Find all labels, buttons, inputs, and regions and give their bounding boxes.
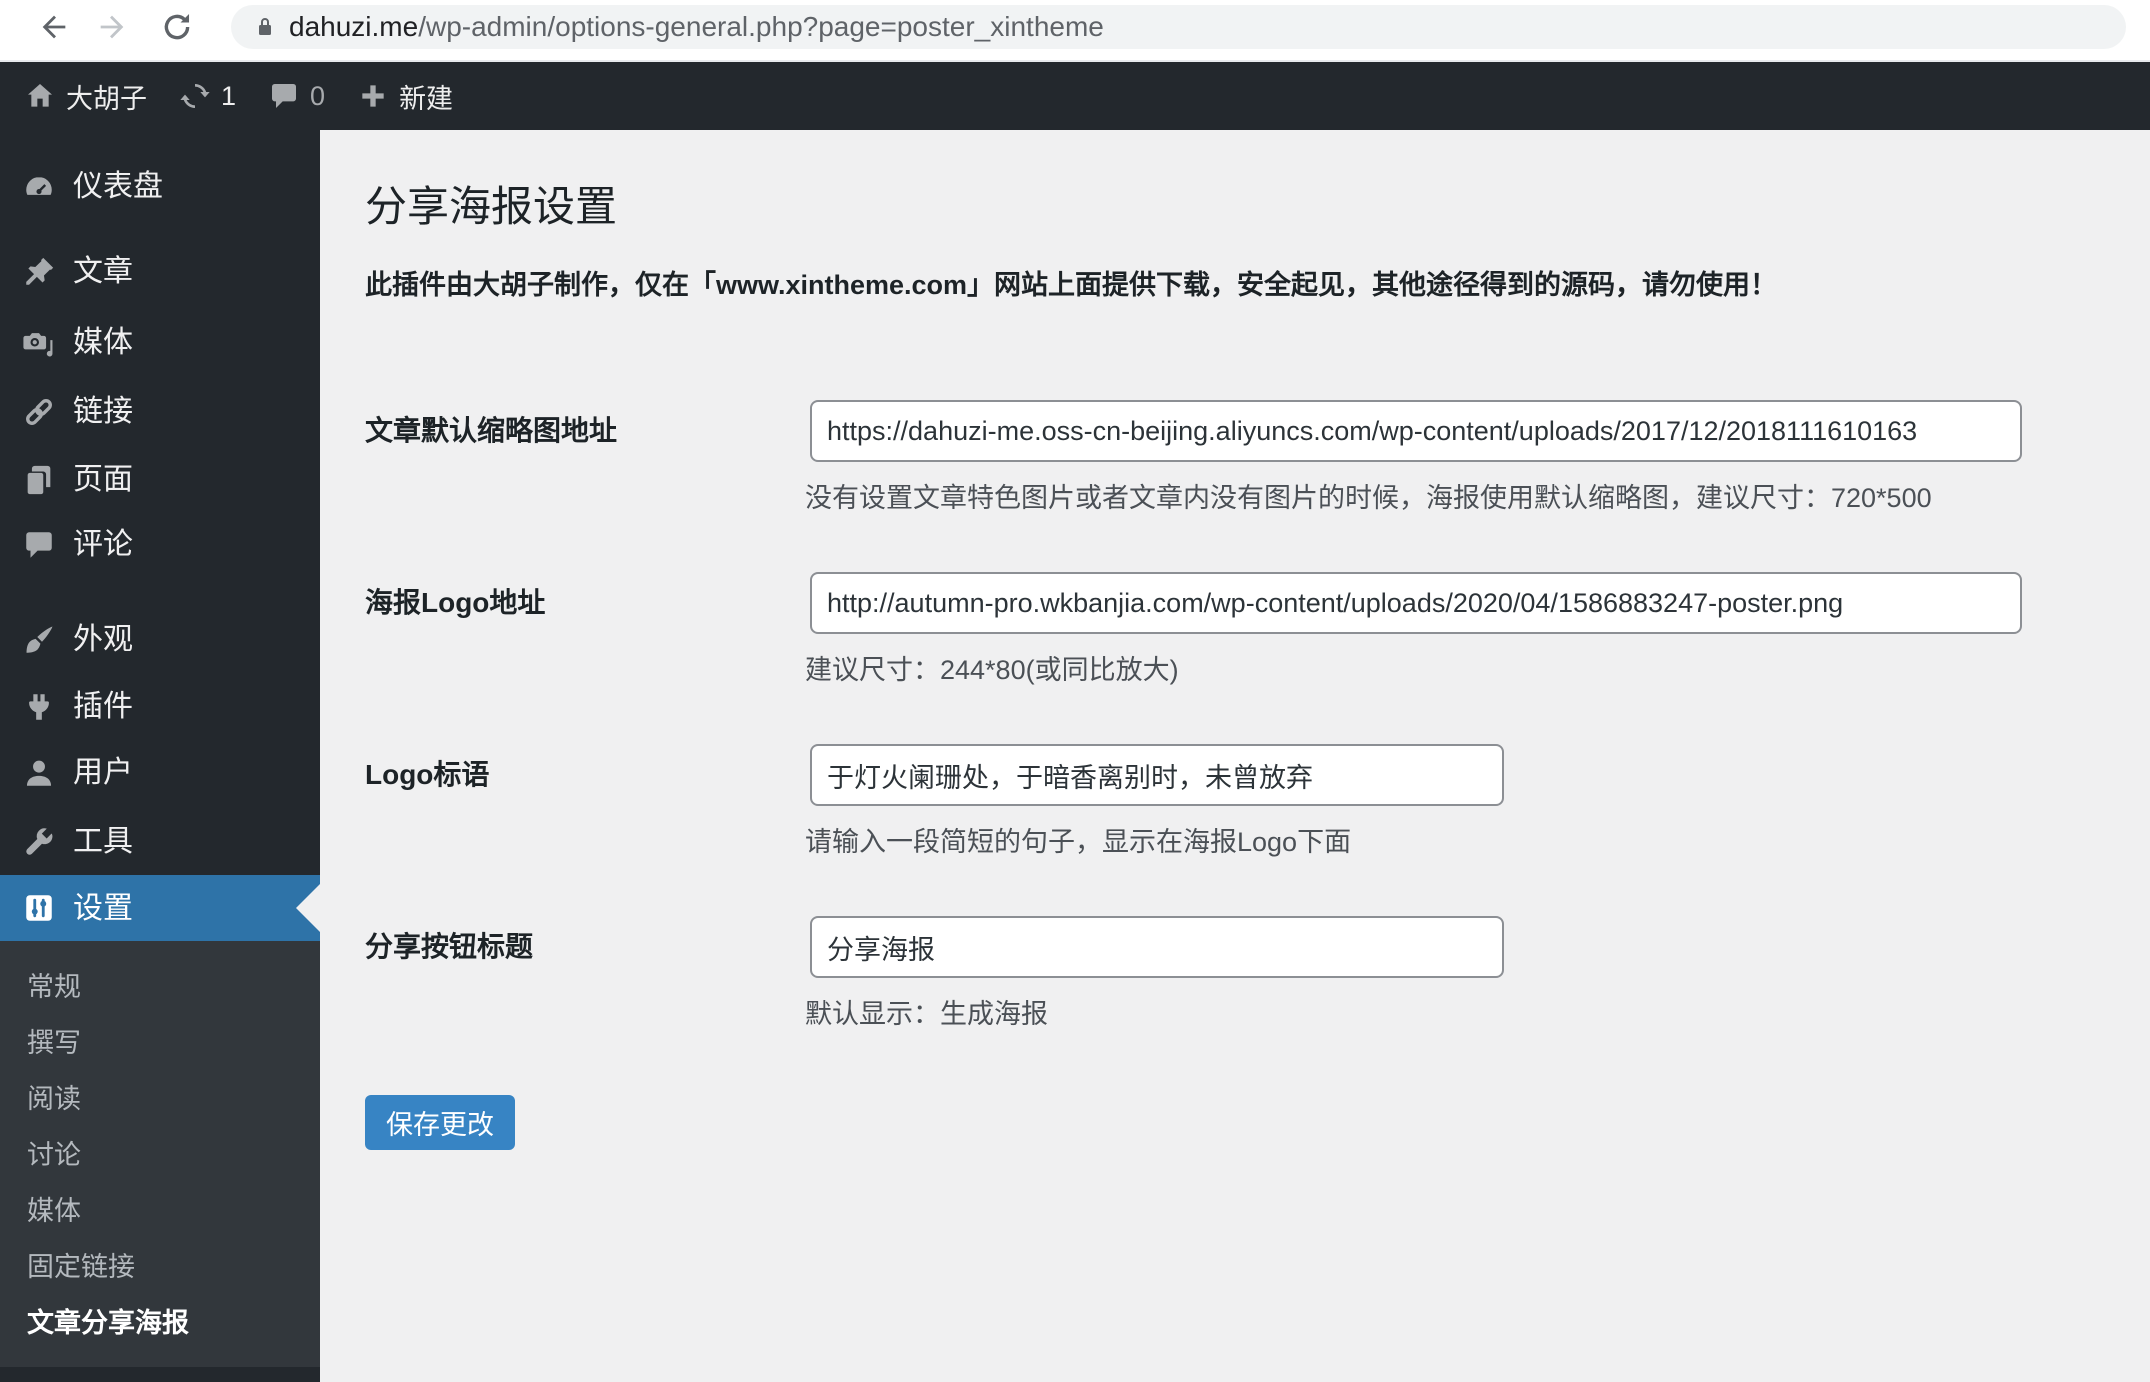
thumbnail-url-label: 文章默认缩略图地址: [365, 415, 618, 446]
form-row-logo-url: 海报Logo地址 建议尺寸：244*80(或同比放大): [365, 572, 2145, 742]
admin-bar-comments[interactable]: 0: [252, 62, 341, 130]
update-count: 1: [221, 80, 237, 111]
form-row-share-button-title: 分享按钮标题 默认显示：生成海报: [365, 916, 2145, 1086]
comments-icon: [22, 528, 56, 562]
settings-icon: [22, 891, 56, 925]
sidebar-item-label: 用户: [73, 756, 133, 789]
sidebar-item-label: 工具: [73, 825, 133, 858]
site-name: 大胡子: [66, 83, 147, 114]
sidebar-item-label: 外观: [73, 623, 133, 656]
thumbnail-url-input[interactable]: [810, 400, 2022, 462]
sidebar-item-label: 仪表盘: [73, 170, 163, 203]
dashboard-icon: [22, 170, 56, 204]
comment-bubble-icon: [272, 84, 297, 108]
posts-icon: [22, 255, 56, 289]
users-icon: [22, 756, 56, 790]
logo-slogan-label: Logo标语: [365, 759, 490, 790]
screen: dahuzi.me/wp-admin/options-general.php?p…: [0, 0, 2150, 1382]
admin-bar-new-content[interactable]: 新建: [341, 62, 469, 130]
save-changes-button[interactable]: 保存更改: [365, 1095, 515, 1150]
lock-icon: [259, 18, 271, 35]
logo-url-help: 建议尺寸：244*80(或同比放大): [805, 655, 1179, 685]
sidebar-item-label: 设置: [73, 892, 133, 925]
url-path: /wp-admin/options-general.php?page=poste…: [418, 11, 1104, 42]
sidebar-item-pages[interactable]: 页面: [0, 446, 320, 514]
url-text: dahuzi.me/wp-admin/options-general.php?p…: [289, 11, 1104, 43]
admin-sidebar: 仪表盘 文章 媒体 链接 页面 评论 外观 插件 用户 工具 设置 常规 撰写 …: [0, 130, 320, 1382]
submenu-item-media[interactable]: 媒体: [0, 1183, 320, 1239]
browser-back-button[interactable]: [34, 7, 74, 47]
logo-url-input[interactable]: [810, 572, 2022, 634]
share-button-title-input[interactable]: [810, 916, 1504, 978]
submenu-item-reading[interactable]: 阅读: [0, 1071, 320, 1127]
sidebar-item-links[interactable]: 链接: [0, 378, 320, 446]
form-row-thumbnail-url: 文章默认缩略图地址 没有设置文章特色图片或者文章内没有图片的时候，海报使用默认缩…: [365, 400, 2145, 570]
plugin-notice: 此插件由大胡子制作，仅在「www.xintheme.com」网站上面提供下载，安…: [365, 270, 1778, 300]
plus-icon: [362, 85, 384, 107]
plugins-icon: [22, 690, 56, 724]
sidebar-item-label: 媒体: [73, 326, 133, 359]
forward-arrow-icon: [100, 15, 124, 39]
share-button-title-label: 分享按钮标题: [365, 931, 534, 962]
reload-icon: [164, 13, 190, 40]
browser-reload-button[interactable]: [157, 7, 197, 47]
sidebar-item-appearance[interactable]: 外观: [0, 606, 320, 674]
new-label: 新建: [399, 83, 454, 114]
sidebar-item-media[interactable]: 媒体: [0, 309, 320, 377]
address-bar[interactable]: dahuzi.me/wp-admin/options-general.php?p…: [231, 5, 2126, 49]
submenu-item-writing[interactable]: 撰写: [0, 1015, 320, 1071]
sidebar-item-tools[interactable]: 工具: [0, 808, 320, 876]
logo-url-label: 海报Logo地址: [365, 587, 546, 618]
settings-page: 分享海报设置 此插件由大胡子制作，仅在「www.xintheme.com」网站上…: [320, 130, 2150, 1382]
submenu-item-discussion[interactable]: 讨论: [0, 1127, 320, 1183]
sidebar-item-label: 评论: [73, 528, 133, 561]
url-host: dahuzi.me: [289, 11, 419, 42]
submenu-item-permalinks[interactable]: 固定链接: [0, 1239, 320, 1295]
page-title: 分享海报设置: [365, 183, 618, 230]
appearance-icon: [22, 623, 56, 657]
back-arrow-icon: [42, 15, 66, 39]
sidebar-item-label: 文章: [73, 255, 133, 288]
update-icon: [180, 84, 210, 108]
comment-count: 0: [310, 80, 326, 111]
logo-slogan-input[interactable]: [810, 744, 1504, 806]
admin-bar-updates[interactable]: 1: [163, 62, 252, 130]
thumbnail-url-help: 没有设置文章特色图片或者文章内没有图片的时候，海报使用默认缩略图，建议尺寸：72…: [805, 483, 1932, 513]
sidebar-item-plugins[interactable]: 插件: [0, 673, 320, 741]
active-menu-notch: [296, 884, 320, 932]
wp-admin-bar: 大胡子 1 0 新建: [0, 62, 2150, 130]
browser-toolbar: dahuzi.me/wp-admin/options-general.php?p…: [0, 0, 2150, 62]
sidebar-item-posts[interactable]: 文章: [0, 238, 320, 306]
links-icon: [22, 395, 56, 429]
media-icon: [22, 326, 56, 360]
sidebar-item-label: 插件: [73, 690, 133, 723]
form-row-logo-slogan: Logo标语 请输入一段简短的句子，显示在海报Logo下面: [365, 744, 2145, 914]
submenu-item-share-poster[interactable]: 文章分享海报: [0, 1295, 320, 1351]
home-icon: [28, 84, 52, 107]
share-button-title-help: 默认显示：生成海报: [805, 999, 1048, 1029]
sidebar-item-label: 链接: [73, 395, 133, 428]
sidebar-item-users[interactable]: 用户: [0, 739, 320, 807]
admin-bar-site-menu[interactable]: 大胡子: [0, 62, 163, 130]
pages-icon: [22, 463, 56, 497]
logo-slogan-help: 请输入一段简短的句子，显示在海报Logo下面: [805, 827, 1352, 857]
sidebar-item-dashboard[interactable]: 仪表盘: [0, 153, 320, 221]
sidebar-item-label: 页面: [73, 463, 133, 496]
settings-submenu: 常规 撰写 阅读 讨论 媒体 固定链接 文章分享海报: [0, 941, 320, 1367]
browser-forward-button[interactable]: [92, 7, 132, 47]
tools-icon: [22, 825, 56, 859]
submenu-item-general[interactable]: 常规: [0, 959, 320, 1015]
sidebar-item-settings[interactable]: 设置: [0, 875, 320, 941]
sidebar-item-comments[interactable]: 评论: [0, 511, 320, 579]
